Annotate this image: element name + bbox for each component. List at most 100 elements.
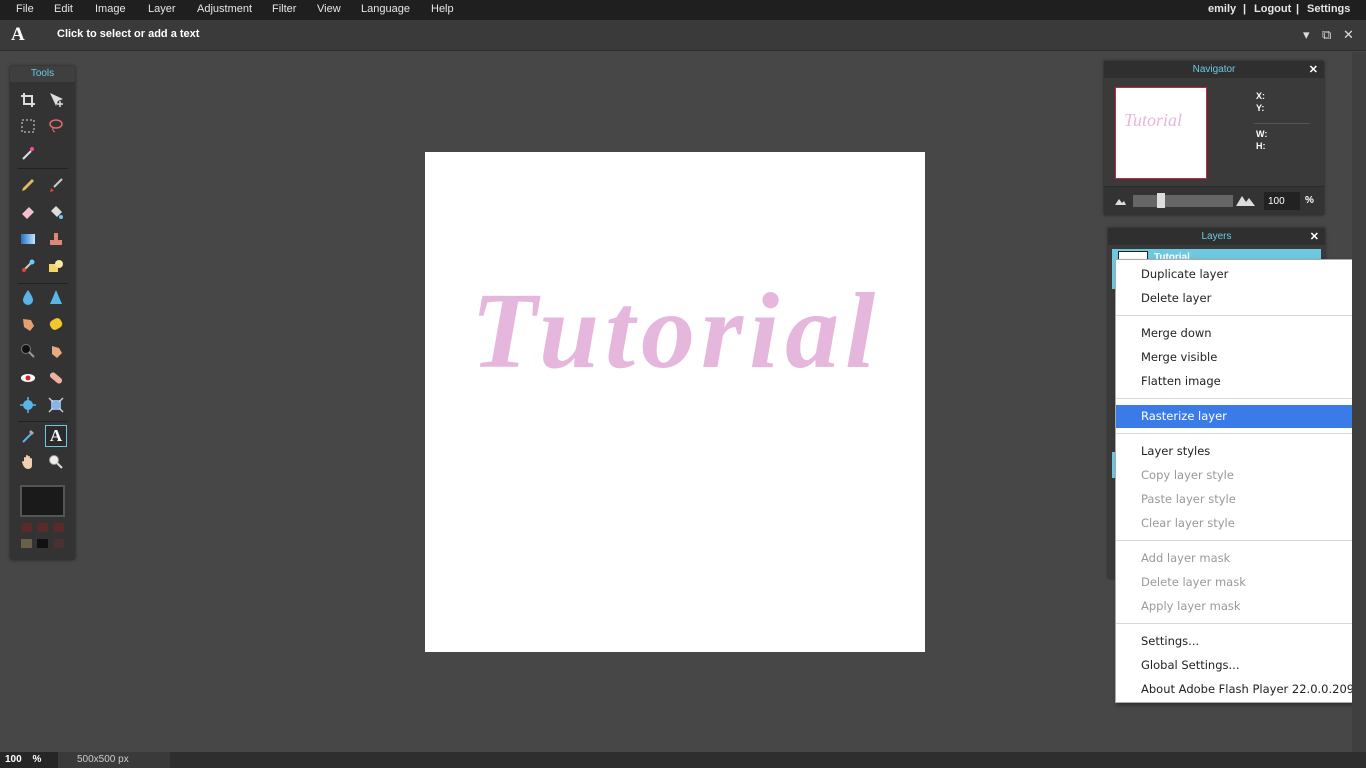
tools-divider — [18, 421, 68, 422]
text-tool-button[interactable]: A — [45, 425, 67, 447]
color-swatch[interactable] — [53, 539, 64, 548]
burn-tool-icon[interactable] — [45, 340, 67, 362]
menu-separator — [1116, 623, 1365, 624]
close-icon[interactable]: ✕ — [1309, 62, 1318, 79]
menu-item-copy-layer-style: Copy layer style — [1141, 468, 1234, 482]
magic-wand-icon[interactable] — [17, 142, 39, 164]
navigator-panel: Navigator ✕ Tutorial X: Y: W: H: % — [1104, 61, 1324, 215]
menu-item-clear-layer-style: Clear layer style — [1141, 516, 1235, 530]
color-replace-icon[interactable] — [17, 255, 39, 277]
canvas-text-layer[interactable]: Tutorial — [471, 270, 881, 394]
color-swatch[interactable] — [21, 539, 32, 548]
navigator-divider — [1254, 123, 1310, 124]
blur-tool-icon[interactable] — [17, 286, 39, 308]
menu-item-paste-layer-style: Paste layer style — [1141, 492, 1236, 506]
menu-item-apply-layer-mask: Apply layer mask — [1141, 599, 1241, 613]
zoom-in-icon[interactable] — [1236, 194, 1255, 206]
zoom-slider-track[interactable] — [1133, 195, 1233, 207]
dodge-tool-icon[interactable] — [17, 340, 39, 362]
smudge-tool-icon[interactable] — [17, 313, 39, 335]
lasso-tool-icon[interactable] — [45, 115, 67, 137]
eyedropper-icon[interactable] — [17, 425, 39, 447]
chevron-down-icon[interactable]: ▾ — [1303, 27, 1310, 43]
width-label: W: — [1256, 129, 1268, 139]
menu-item-merge-down[interactable]: Merge down — [1116, 322, 1365, 345]
menu-item-settings[interactable]: Settings... — [1116, 630, 1365, 653]
height-label: H: — [1256, 141, 1266, 151]
menu-item-layer-styles[interactable]: Layer styles — [1116, 440, 1365, 463]
x-coordinate-label: X: — [1256, 91, 1265, 101]
paint-bucket-icon[interactable] — [45, 201, 67, 223]
menu-language[interactable]: Language — [361, 3, 410, 15]
menu-item-duplicate-layer[interactable]: Duplicate layer — [1116, 263, 1365, 286]
color-swatch[interactable] — [37, 539, 48, 548]
brush-tool-icon[interactable] — [45, 174, 67, 196]
menu-item-flatten-image[interactable]: Flatten image — [1116, 370, 1365, 393]
options-bar: A Click to select or add a text ▾ ⧉ ✕ — [0, 20, 1366, 51]
y-coordinate-label: Y: — [1256, 103, 1265, 113]
bloat-tool-icon[interactable] — [17, 394, 39, 416]
eraser-tool-icon[interactable] — [17, 201, 39, 223]
vertical-scrollbar[interactable] — [1352, 52, 1366, 752]
image-canvas[interactable]: Tutorial — [425, 152, 925, 652]
tools-divider — [18, 168, 68, 169]
color-swatch[interactable] — [53, 523, 64, 532]
menu-separator — [1116, 540, 1365, 541]
menu-item-add-layer-mask: Add layer mask — [1141, 551, 1231, 565]
tools-divider — [18, 283, 68, 284]
menu-adjustment[interactable]: Adjustment — [197, 3, 252, 15]
menu-image[interactable]: Image — [95, 3, 126, 15]
menu-item-global-settings[interactable]: Global Settings... — [1116, 654, 1365, 677]
color-swatch[interactable] — [21, 523, 32, 532]
menu-separator: | — [1243, 3, 1247, 15]
zoom-tool-icon[interactable] — [45, 451, 67, 473]
foreground-color-box[interactable] — [20, 485, 65, 517]
gradient-tool-icon[interactable] — [17, 228, 39, 250]
tools-panel: Tools A — [10, 66, 75, 560]
username[interactable]: emily — [1208, 3, 1236, 15]
text-tool-glyph: A — [49, 426, 63, 445]
text-tool-icon: A — [11, 24, 25, 45]
menu-edit[interactable]: Edit — [54, 3, 73, 15]
sponge-tool-icon[interactable] — [45, 313, 67, 335]
color-swatch[interactable] — [37, 523, 48, 532]
close-icon[interactable]: ✕ — [1310, 229, 1319, 246]
menu-separator — [1116, 315, 1365, 316]
menu-item-about-flash[interactable]: About Adobe Flash Player 22.0.0.209... — [1116, 678, 1365, 701]
zoom-input[interactable] — [1264, 192, 1300, 210]
menu-view[interactable]: View — [317, 3, 341, 15]
menu-item-merge-visible[interactable]: Merge visible — [1116, 346, 1365, 369]
menu-filter[interactable]: Filter — [272, 3, 296, 15]
clone-stamp-icon[interactable] — [45, 228, 67, 250]
spot-heal-icon[interactable] — [45, 367, 67, 389]
navigator-thumbnail[interactable]: Tutorial — [1115, 87, 1207, 179]
sharpen-tool-icon[interactable] — [45, 286, 67, 308]
move-tool-icon[interactable] — [45, 89, 67, 111]
settings-link[interactable]: Settings — [1307, 3, 1350, 15]
menu-item-delete-layer-mask: Delete layer mask — [1141, 575, 1246, 589]
navigator-title: Navigator — [1192, 64, 1236, 75]
tool-hint: Click to select or add a text — [57, 28, 200, 40]
shape-tool-icon[interactable] — [45, 255, 67, 277]
hand-tool-icon[interactable] — [17, 451, 39, 473]
pencil-tool-icon[interactable] — [17, 174, 39, 196]
menu-separator — [1116, 398, 1365, 399]
menu-item-delete-layer[interactable]: Delete layer — [1116, 287, 1365, 310]
marquee-tool-icon[interactable] — [17, 115, 39, 137]
logout-link[interactable]: Logout — [1254, 3, 1291, 15]
menu-help[interactable]: Help — [431, 3, 454, 15]
pinch-tool-icon[interactable] — [45, 394, 67, 416]
menu-item-rasterize-layer[interactable]: Rasterize layer — [1116, 405, 1365, 428]
crop-tool-icon[interactable] — [17, 89, 39, 111]
zoom-out-icon[interactable] — [1115, 197, 1126, 205]
restore-icon[interactable]: ⧉ — [1322, 27, 1331, 43]
red-eye-icon[interactable] — [17, 367, 39, 389]
layers-header: Layers ✕ — [1108, 228, 1325, 245]
menu-layer[interactable]: Layer — [148, 3, 176, 15]
status-zoom[interactable]: 100 % — [0, 752, 58, 768]
close-icon[interactable]: ✕ — [1343, 27, 1354, 43]
status-zoom-value: 100 — [5, 754, 22, 765]
zoom-slider-handle[interactable] — [1157, 193, 1165, 208]
menu-file[interactable]: File — [16, 3, 34, 15]
navigator-thumb-text: Tutorial — [1124, 110, 1183, 130]
